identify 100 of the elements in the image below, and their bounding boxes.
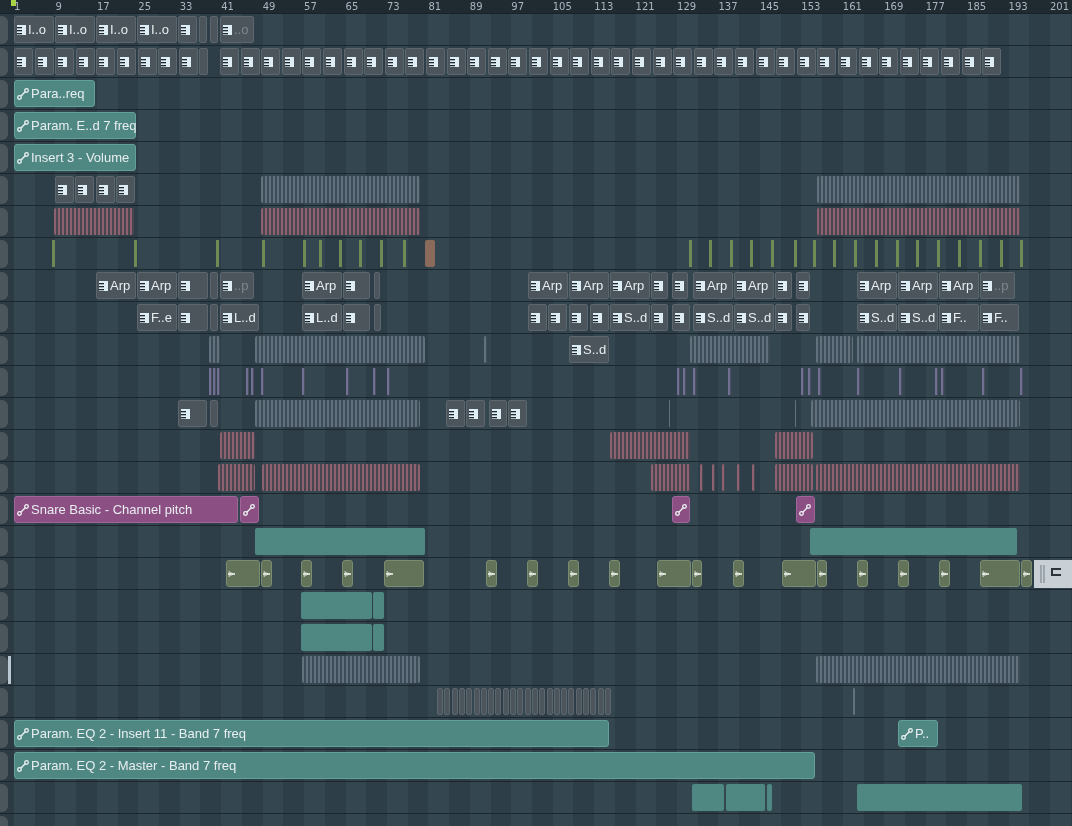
- pattern-clip[interactable]: [210, 400, 218, 427]
- pattern-clip[interactable]: [75, 48, 95, 75]
- pattern-clip[interactable]: [700, 464, 703, 491]
- pattern-clip[interactable]: [301, 624, 372, 651]
- track-handle[interactable]: [0, 16, 8, 44]
- pattern-clip[interactable]: [508, 400, 527, 427]
- audio-clip[interactable]: [226, 560, 260, 587]
- pattern-clip[interactable]: Arp: [528, 272, 568, 299]
- track-handle[interactable]: [0, 80, 8, 108]
- pattern-clip[interactable]: [531, 688, 538, 715]
- track-handle[interactable]: [0, 720, 8, 748]
- pattern-clip[interactable]: [590, 304, 609, 331]
- pattern-clip[interactable]: [487, 48, 507, 75]
- pattern-clip[interactable]: [712, 464, 715, 491]
- pattern-clip[interactable]: [96, 48, 116, 75]
- pattern-clip[interactable]: [373, 624, 384, 651]
- pattern-clip[interactable]: [982, 48, 1002, 75]
- pattern-clip[interactable]: [611, 48, 631, 75]
- track-handle[interactable]: [0, 624, 8, 652]
- pattern-clip[interactable]: [693, 48, 713, 75]
- audio-clip[interactable]: [384, 560, 424, 587]
- pattern-clip[interactable]: [508, 48, 528, 75]
- pattern-clip[interactable]: [553, 688, 560, 715]
- track-handle[interactable]: [0, 560, 8, 588]
- pattern-clip[interactable]: [261, 208, 420, 235]
- pattern-clip[interactable]: [776, 48, 796, 75]
- pattern-clip[interactable]: [220, 48, 239, 75]
- pattern-clip[interactable]: [405, 48, 425, 75]
- pattern-clip[interactable]: I..o: [55, 16, 95, 43]
- pattern-clip[interactable]: [75, 176, 94, 203]
- track-handle[interactable]: [0, 400, 8, 428]
- pattern-clip[interactable]: F..: [939, 304, 979, 331]
- track-handle[interactable]: [0, 48, 8, 76]
- pattern-clip[interactable]: I..o: [137, 16, 177, 43]
- audio-clip[interactable]: [692, 560, 702, 587]
- pattern-clip[interactable]: [652, 48, 672, 75]
- track-handle[interactable]: [0, 272, 8, 300]
- audio-clip[interactable]: [980, 560, 1020, 587]
- pattern-clip[interactable]: [796, 48, 816, 75]
- automation-clip[interactable]: Para..req: [14, 80, 95, 107]
- audio-clip[interactable]: [486, 560, 497, 587]
- pattern-clip[interactable]: [34, 48, 54, 75]
- track-handle[interactable]: [0, 304, 8, 332]
- pattern-clip[interactable]: Arp: [610, 272, 650, 299]
- pattern-clip[interactable]: [568, 688, 575, 715]
- pattern-clip[interactable]: [899, 48, 919, 75]
- pattern-clip[interactable]: [137, 48, 157, 75]
- pattern-clip[interactable]: [561, 688, 568, 715]
- pattern-clip[interactable]: [210, 16, 218, 43]
- pattern-clip[interactable]: [610, 432, 690, 459]
- audio-clip[interactable]: [301, 560, 312, 587]
- pattern-clip[interactable]: [817, 208, 1020, 235]
- pattern-clip[interactable]: L..d: [220, 304, 259, 331]
- audio-clip[interactable]: [817, 560, 827, 587]
- track-handle[interactable]: [0, 688, 8, 716]
- pattern-clip[interactable]: [651, 272, 668, 299]
- pattern-clip[interactable]: [255, 528, 425, 555]
- pattern-clip[interactable]: [755, 48, 775, 75]
- timeline-ruler[interactable]: 1 9 17 25 33 41 49 57 65 73 81 89 97 105 113 121 129 137 145 153 161 169 177 185 193 201: [0, 0, 1072, 14]
- pattern-clip[interactable]: [480, 688, 487, 715]
- pattern-clip[interactable]: [261, 48, 281, 75]
- pattern-clip[interactable]: [210, 272, 218, 299]
- pattern-clip[interactable]: [117, 48, 136, 75]
- pattern-clip[interactable]: [444, 688, 451, 715]
- pattern-clip[interactable]: [178, 48, 198, 75]
- track-handle[interactable]: [0, 336, 8, 364]
- pattern-clip[interactable]: [426, 48, 445, 75]
- pattern-clip[interactable]: [651, 304, 668, 331]
- pattern-clip[interactable]: [672, 272, 688, 299]
- audio-clip[interactable]: [733, 560, 744, 587]
- track-handle[interactable]: [0, 784, 8, 812]
- pattern-clip[interactable]: [810, 528, 1017, 555]
- audio-clip[interactable]: [609, 560, 620, 587]
- pattern-clip[interactable]: [961, 48, 981, 75]
- pattern-clip[interactable]: [262, 464, 420, 491]
- audio-clip[interactable]: [782, 560, 816, 587]
- pattern-clip[interactable]: [752, 464, 755, 491]
- pattern-clip[interactable]: [158, 48, 178, 75]
- pattern-clip[interactable]: [178, 16, 197, 43]
- pattern-clip[interactable]: [220, 432, 255, 459]
- pattern-clip[interactable]: [714, 48, 734, 75]
- pattern-clip[interactable]: [178, 272, 208, 299]
- pattern-clip[interactable]: [255, 336, 425, 363]
- pattern-clip[interactable]: [261, 176, 420, 203]
- track-handle[interactable]: [0, 240, 8, 268]
- pattern-clip[interactable]: [14, 48, 33, 75]
- pattern-clip[interactable]: [816, 656, 1020, 683]
- pattern-clip[interactable]: [838, 48, 857, 75]
- pattern-clip[interactable]: [218, 464, 255, 491]
- pattern-clip[interactable]: [178, 304, 208, 331]
- pattern-clip[interactable]: [425, 240, 435, 267]
- pattern-clip[interactable]: [451, 688, 458, 715]
- automation-clip[interactable]: Param. EQ 2 - Insert 11 - Band 7 freq: [14, 720, 609, 747]
- pattern-clip[interactable]: Arp: [857, 272, 897, 299]
- pattern-clip[interactable]: Arp: [898, 272, 938, 299]
- pattern-clip[interactable]: [343, 272, 370, 299]
- pattern-clip[interactable]: [343, 48, 363, 75]
- automation-clip[interactable]: Insert 3 - Volume: [14, 144, 136, 171]
- pattern-clip[interactable]: [775, 464, 813, 491]
- pattern-clip[interactable]: Arp: [693, 272, 733, 299]
